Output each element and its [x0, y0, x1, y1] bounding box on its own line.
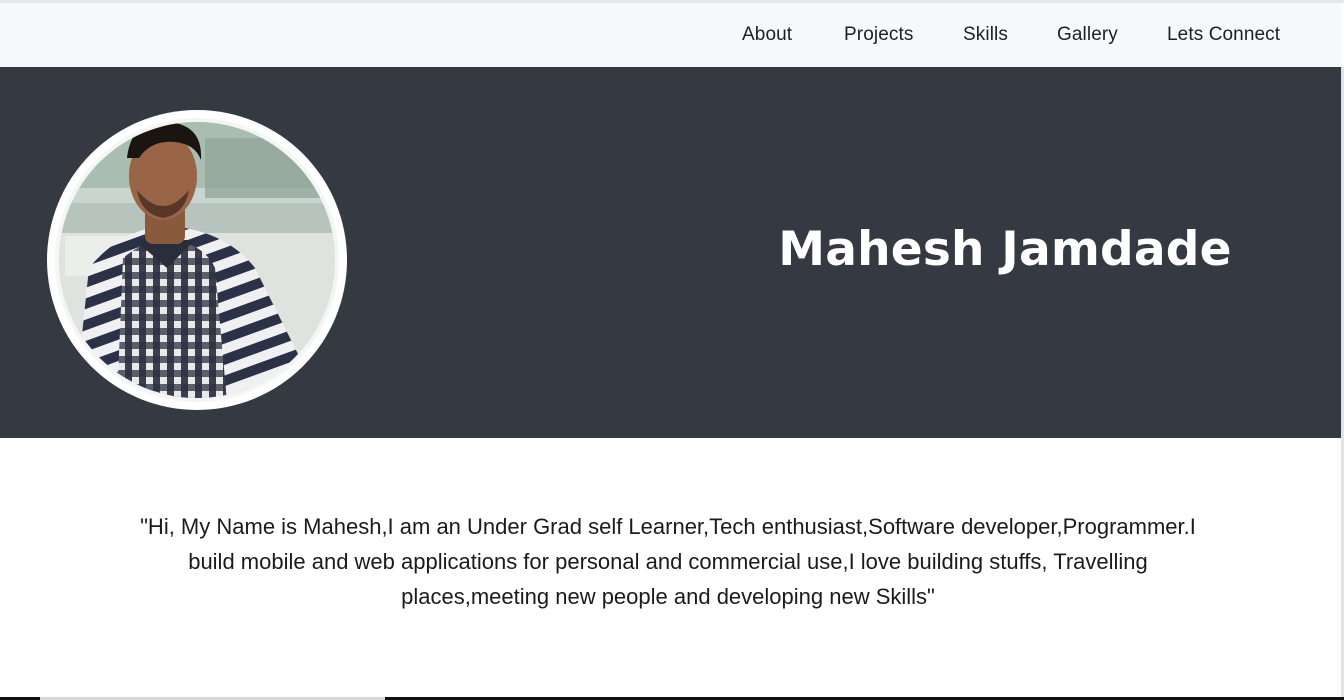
page: About Projects Skills Gallery Lets Conne…: [0, 0, 1344, 700]
nav-link-gallery[interactable]: Gallery: [1057, 3, 1118, 67]
profile-avatar: [47, 110, 347, 410]
nav-link-about[interactable]: About: [742, 3, 792, 67]
nav-link-projects[interactable]: Projects: [844, 3, 913, 67]
about-bio: "Hi, My Name is Mahesh,I am an Under Gra…: [140, 514, 1196, 609]
nav-link-skills[interactable]: Skills: [963, 3, 1008, 67]
profile-photo: [55, 118, 339, 402]
nav-link-lets-connect[interactable]: Lets Connect: [1167, 3, 1280, 67]
navbar: About Projects Skills Gallery Lets Conne…: [0, 3, 1341, 67]
hero-name: Mahesh Jamdade: [778, 222, 1232, 277]
